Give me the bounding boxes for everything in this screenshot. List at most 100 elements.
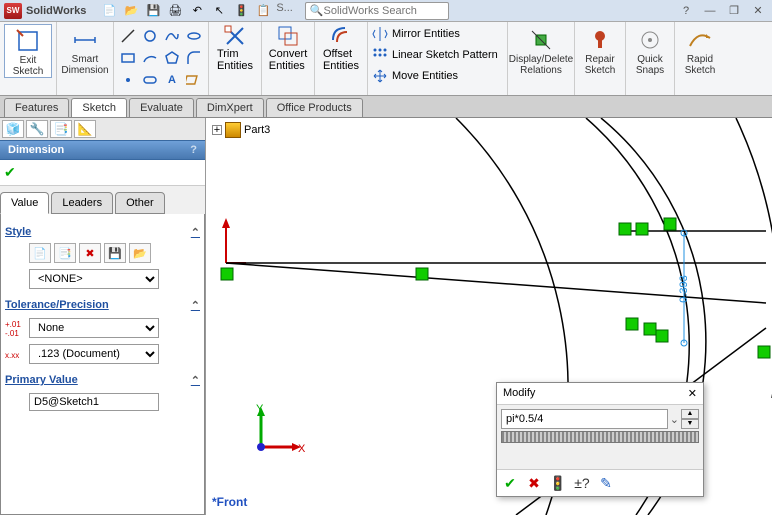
modify-rebuild-button[interactable]: 🚦: [549, 474, 567, 492]
style-btn-3[interactable]: ✖: [79, 243, 101, 263]
modify-reverse-button[interactable]: ±?: [573, 474, 591, 492]
point-tool[interactable]: [118, 70, 138, 90]
text-tool[interactable]: A: [162, 70, 182, 90]
tab-evaluate[interactable]: Evaluate: [129, 98, 194, 117]
style-btn-1[interactable]: 📄: [29, 243, 51, 263]
modify-cancel-button[interactable]: ✖: [525, 474, 543, 492]
value-spinner[interactable]: ▲▼: [681, 409, 699, 429]
move-icon: [372, 68, 388, 84]
ellipse-tool[interactable]: [184, 26, 204, 46]
tab-sketch[interactable]: Sketch: [71, 98, 127, 117]
fillet-tool[interactable]: [184, 48, 204, 68]
polygon-tool[interactable]: [162, 48, 182, 68]
accept-icon[interactable]: ✔: [4, 164, 16, 180]
modify-mark-button[interactable]: ✎: [597, 474, 615, 492]
quick-snaps-button[interactable]: Quick Snaps: [630, 24, 670, 76]
modify-close-button[interactable]: ✕: [688, 387, 697, 400]
chevron-up-icon: ⌃: [191, 299, 200, 312]
print-button[interactable]: 🖨: [166, 2, 184, 20]
restore-button[interactable]: ❐: [724, 3, 744, 19]
svg-text:X: X: [298, 443, 306, 455]
primary-value-input[interactable]: [29, 393, 159, 411]
chevron-up-icon: ⌃: [191, 374, 200, 387]
qat-search-short: S...: [276, 2, 293, 20]
new-button[interactable]: 📄: [100, 2, 118, 20]
convert-button[interactable]: Convert Entities: [266, 24, 310, 72]
search-icon: 🔍: [310, 4, 324, 17]
pattern-icon: [372, 47, 388, 63]
slot-tool[interactable]: [140, 70, 160, 90]
precision-select[interactable]: .123 (Document): [29, 344, 159, 364]
mirror-button[interactable]: Mirror Entities: [372, 24, 460, 44]
tolerance-icon: +.01-.01: [5, 320, 27, 338]
mirror-icon: [372, 26, 388, 42]
tab-dimxpert[interactable]: DimXpert: [196, 98, 264, 117]
view-label: *Front: [212, 495, 247, 509]
style-btn-2[interactable]: 📑: [54, 243, 76, 263]
repair-sketch-button[interactable]: Repair Sketch: [579, 24, 621, 76]
tab-office-products[interactable]: Office Products: [266, 98, 363, 117]
search-box[interactable]: 🔍: [305, 2, 449, 20]
open-button[interactable]: 📂: [122, 2, 140, 20]
offset-button[interactable]: Offset Entities: [319, 24, 363, 72]
rapid-icon: [686, 26, 714, 54]
offset-icon: [329, 24, 353, 48]
dimension-value[interactable]: 0.393: [678, 275, 690, 303]
traffic-light-icon[interactable]: 🚦: [232, 2, 250, 20]
circle-tool[interactable]: [140, 26, 160, 46]
graphics-viewport[interactable]: + Part3: [206, 118, 772, 515]
convert-icon: [276, 24, 300, 48]
options-button[interactable]: 📋: [254, 2, 272, 20]
command-tabs: Features Sketch Evaluate DimXpert Office…: [0, 96, 772, 118]
svg-text:Y: Y: [256, 403, 264, 415]
search-input[interactable]: [324, 5, 444, 17]
panel-help-icon[interactable]: ?: [190, 144, 197, 156]
chevron-up-icon: ⌃: [191, 226, 200, 239]
prop-tab-value[interactable]: Value: [0, 192, 49, 214]
pattern-button[interactable]: Linear Sketch Pattern: [372, 45, 498, 65]
exit-sketch-button[interactable]: Exit Sketch: [4, 24, 52, 78]
smart-dimension-button[interactable]: Smart Dimension: [61, 24, 109, 76]
line-tool[interactable]: [118, 26, 138, 46]
plane-tool[interactable]: [184, 70, 204, 90]
spline-tool[interactable]: [162, 26, 182, 46]
modify-dialog: Modify ✕ ⌄ ▲▼ ✔ ✖ 🚦 ±? ✎: [496, 382, 704, 497]
modify-value-input[interactable]: [501, 409, 668, 429]
app-logo: SW: [4, 3, 22, 19]
dim-tab[interactable]: 📐: [74, 120, 96, 138]
config-tab[interactable]: 📑: [50, 120, 72, 138]
arc-tool[interactable]: [140, 48, 160, 68]
property-tab[interactable]: 🔧: [26, 120, 48, 138]
dimension-icon: [71, 26, 99, 54]
move-button[interactable]: Move Entities: [372, 66, 458, 86]
save-button[interactable]: 💾: [144, 2, 162, 20]
trim-button[interactable]: Trim Entities: [213, 24, 257, 72]
prop-tab-leaders[interactable]: Leaders: [51, 192, 113, 214]
close-button[interactable]: ✕: [748, 3, 768, 19]
tolerance-section[interactable]: Tolerance/Precision⌃: [5, 299, 200, 312]
dropdown-icon[interactable]: ⌄: [668, 413, 681, 426]
thumbwheel[interactable]: [501, 431, 699, 443]
tolerance-type-select[interactable]: None: [29, 318, 159, 338]
prop-tab-other[interactable]: Other: [115, 192, 165, 214]
style-select[interactable]: <NONE>: [29, 269, 159, 289]
style-btn-5[interactable]: 📂: [129, 243, 151, 263]
help-button[interactable]: ?: [676, 3, 696, 19]
trim-icon: [223, 24, 247, 48]
select-button[interactable]: ↖: [210, 2, 228, 20]
rect-tool[interactable]: [118, 48, 138, 68]
undo-button[interactable]: ↶: [188, 2, 206, 20]
rapid-sketch-button[interactable]: Rapid Sketch: [679, 24, 721, 76]
primary-value-section[interactable]: Primary Value⌃: [5, 374, 200, 387]
tab-features[interactable]: Features: [4, 98, 69, 117]
feature-tree-tab[interactable]: 🧊: [2, 120, 24, 138]
modify-accept-button[interactable]: ✔: [501, 474, 519, 492]
display-delete-relations-button[interactable]: Display/Delete Relations: [512, 24, 570, 76]
modify-title: Modify: [503, 387, 535, 400]
view-triad: X Y: [246, 402, 306, 465]
panel-title: Dimension: [8, 144, 64, 156]
style-section[interactable]: Style⌃: [5, 226, 200, 239]
min-button[interactable]: —: [700, 3, 720, 19]
precision-icon: x.xx: [5, 351, 27, 360]
style-btn-4[interactable]: 💾: [104, 243, 126, 263]
